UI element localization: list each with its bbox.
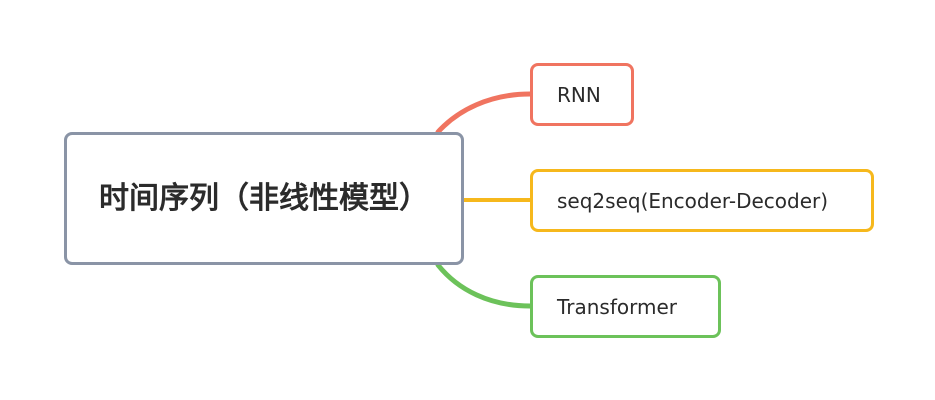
connector-transformer — [435, 262, 533, 309]
topic-rnn[interactable]: RNN — [530, 63, 634, 126]
topic-rnn-label: RNN — [557, 82, 601, 107]
root-topic[interactable]: 时间序列（非线性模型） — [64, 132, 464, 265]
topic-transformer-label: Transformer — [557, 294, 678, 319]
connector-rnn — [435, 91, 533, 135]
topic-transformer[interactable]: Transformer — [530, 275, 721, 338]
topic-seq2seq-label: seq2seq(Encoder-Decoder) — [557, 188, 829, 213]
topic-seq2seq[interactable]: seq2seq(Encoder-Decoder) — [530, 169, 874, 232]
root-topic-title: 时间序列（非线性模型） — [99, 180, 429, 216]
